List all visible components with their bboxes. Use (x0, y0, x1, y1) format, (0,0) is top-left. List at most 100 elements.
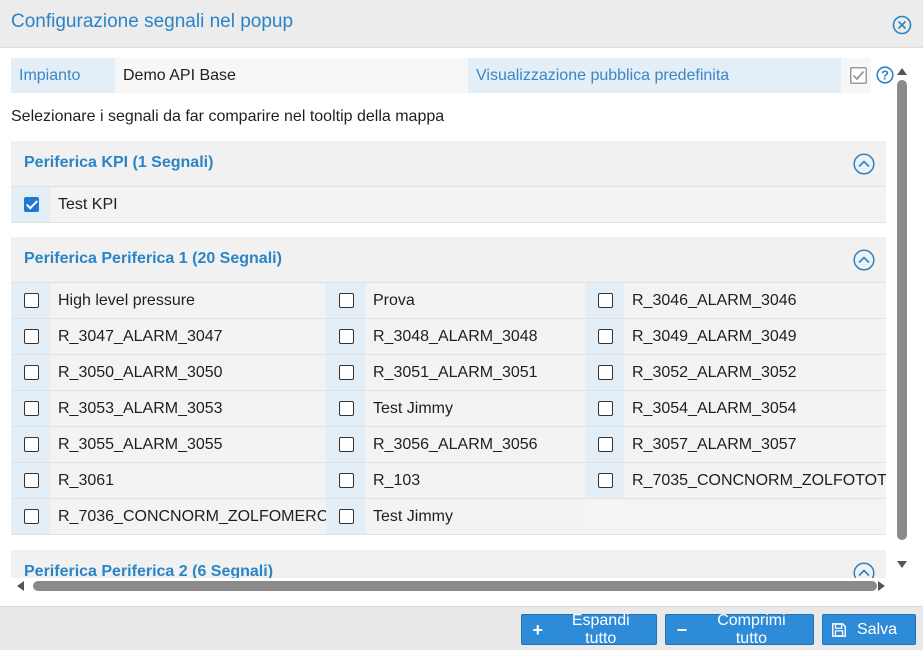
signal-item[interactable]: R_3061 (11, 463, 326, 498)
signal-label: R_103 (365, 463, 585, 498)
signal-item[interactable]: Test Jimmy (326, 499, 585, 534)
plant-info-row: Impianto Demo API Base Visualizzazione p… (11, 58, 896, 93)
signal-label: R_7035_CONCNORM_ZOLFOTOT (624, 463, 886, 498)
signal-label: R_7036_CONCNORM_ZOLFOMERC (50, 499, 326, 534)
signal-label: High level pressure (50, 283, 326, 318)
signal-label: Test Jimmy (365, 499, 585, 534)
section-periferica-2: Periferica Periferica 2 (6 Segnali) (11, 550, 886, 578)
signal-checkbox[interactable] (24, 197, 39, 212)
signal-checkbox[interactable] (339, 401, 354, 416)
signal-row: Test KPI (11, 187, 886, 223)
signal-item[interactable]: R_7036_CONCNORM_ZOLFOMERC (11, 499, 326, 534)
signal-item[interactable]: Test KPI (11, 187, 886, 222)
signal-label: R_3056_ALARM_3056 (365, 427, 585, 462)
horizontal-scrollbar[interactable] (15, 578, 891, 594)
signal-checkbox[interactable] (24, 509, 39, 524)
help-icon[interactable]: ? (876, 66, 894, 84)
signal-checkbox[interactable] (339, 473, 354, 488)
signal-item[interactable]: R_3046_ALARM_3046 (585, 283, 886, 318)
signal-checkbox[interactable] (598, 401, 613, 416)
signal-item[interactable]: R_7035_CONCNORM_ZOLFOTOT (585, 463, 886, 498)
close-icon[interactable] (892, 15, 912, 35)
signal-item[interactable]: R_3048_ALARM_3048 (326, 319, 585, 354)
signal-item[interactable]: R_3050_ALARM_3050 (11, 355, 326, 390)
signal-checkbox[interactable] (24, 473, 39, 488)
signal-item[interactable]: R_3053_ALARM_3053 (11, 391, 326, 426)
section-header[interactable]: Periferica Periferica 1 (20 Segnali) (11, 237, 886, 282)
signal-checkbox[interactable] (24, 401, 39, 416)
section-kpi: Periferica KPI (1 Segnali) Test KPI (11, 141, 886, 223)
signal-item[interactable]: R_3057_ALARM_3057 (585, 427, 886, 462)
signal-checkbox[interactable] (598, 329, 613, 344)
signal-item[interactable]: R_3055_ALARM_3055 (11, 427, 326, 462)
vertical-scrollbar[interactable] (893, 66, 909, 576)
signal-item[interactable]: R_3047_ALARM_3047 (11, 319, 326, 354)
signal-item[interactable]: R_103 (326, 463, 585, 498)
signal-row: High level pressure Prova R_3046_ALARM_304… (11, 283, 886, 319)
section-header[interactable]: Periferica KPI (1 Segnali) (11, 141, 886, 186)
signal-item[interactable]: R_3052_ALARM_3052 (585, 355, 886, 390)
scroll-right-arrow-icon[interactable] (877, 580, 887, 592)
svg-text:?: ? (881, 68, 889, 83)
section-header[interactable]: Periferica Periferica 2 (6 Segnali) (11, 550, 886, 578)
chevron-up-icon[interactable] (853, 249, 875, 271)
scroll-left-arrow-icon[interactable] (15, 580, 25, 592)
signal-grid: High level pressure Prova R_3046_ALARM_304… (11, 282, 886, 535)
floppy-disk-icon (832, 622, 846, 637)
signal-checkbox[interactable] (598, 293, 613, 308)
signal-item[interactable]: R_3056_ALARM_3056 (326, 427, 585, 462)
signal-checkbox[interactable] (339, 437, 354, 452)
signal-label: R_3049_ALARM_3049 (624, 319, 886, 354)
horizontal-scroll-thumb[interactable] (33, 581, 877, 591)
signal-item[interactable]: R_3054_ALARM_3054 (585, 391, 886, 426)
minus-icon: − (676, 619, 688, 640)
chevron-up-icon[interactable] (853, 562, 875, 578)
scroll-up-arrow-icon[interactable] (896, 66, 908, 76)
dialog-footer: + Espandi tutto − Comprimi tutto Salva (0, 606, 923, 650)
dialog-content: Impianto Demo API Base Visualizzazione p… (0, 48, 923, 578)
signal-checkbox[interactable] (339, 509, 354, 524)
signal-label: R_3061 (50, 463, 326, 498)
signal-label: Test Jimmy (365, 391, 585, 426)
signal-checkbox[interactable] (339, 293, 354, 308)
signal-label: R_3052_ALARM_3052 (624, 355, 886, 390)
signal-row: R_3055_ALARM_3055 R_3056_ALARM_3056 R_3057… (11, 427, 886, 463)
signal-checkbox[interactable] (24, 437, 39, 452)
section-title: Periferica Periferica 1 (20 Segnali) (24, 250, 282, 267)
signal-checkbox[interactable] (24, 293, 39, 308)
signal-item[interactable]: Prova (326, 283, 585, 318)
signal-grid: Test KPI (11, 186, 886, 223)
vertical-scroll-thumb[interactable] (897, 80, 907, 540)
signal-checkbox[interactable] (598, 437, 613, 452)
signal-checkbox[interactable] (24, 365, 39, 380)
signal-checkbox[interactable] (598, 365, 613, 380)
dialog-title: Configurazione segnali nel popup (11, 11, 294, 32)
signal-label: Prova (365, 283, 585, 318)
expand-all-button[interactable]: + Espandi tutto (521, 611, 657, 647)
signal-label: R_3048_ALARM_3048 (365, 319, 585, 354)
collapse-all-button[interactable]: − Comprimi tutto (665, 612, 814, 647)
signal-item[interactable]: Test Jimmy (326, 391, 585, 426)
signal-item[interactable]: High level pressure (11, 283, 326, 318)
signal-row: R_7036_CONCNORM_ZOLFOMERC Test Jimmy (11, 499, 886, 535)
signal-row: R_3047_ALARM_3047 R_3048_ALARM_3048 R_3049… (11, 319, 886, 355)
signal-label: R_3046_ALARM_3046 (624, 283, 886, 318)
signal-checkbox[interactable] (339, 329, 354, 344)
signal-checkbox[interactable] (24, 329, 39, 344)
signal-checkbox[interactable] (339, 365, 354, 380)
section-title: Periferica KPI (1 Segnali) (24, 154, 214, 171)
section-title: Periferica Periferica 2 (6 Segnali) (24, 563, 274, 578)
scroll-down-arrow-icon[interactable] (896, 560, 908, 570)
signal-item[interactable]: R_3051_ALARM_3051 (326, 355, 585, 390)
plus-icon: + (532, 619, 543, 640)
public-view-cell (841, 58, 871, 93)
expand-all-label: Espandi tutto (571, 611, 630, 647)
public-view-checkbox[interactable] (850, 67, 867, 84)
save-button[interactable]: Salva (822, 614, 916, 645)
signal-item[interactable]: R_3049_ALARM_3049 (585, 319, 886, 354)
signal-row: R_3050_ALARM_3050 R_3051_ALARM_3051 R_3052… (11, 355, 886, 391)
chevron-up-icon[interactable] (853, 153, 875, 175)
signal-label: R_3055_ALARM_3055 (50, 427, 326, 462)
signal-checkbox[interactable] (598, 473, 613, 488)
signal-label: R_3051_ALARM_3051 (365, 355, 585, 390)
